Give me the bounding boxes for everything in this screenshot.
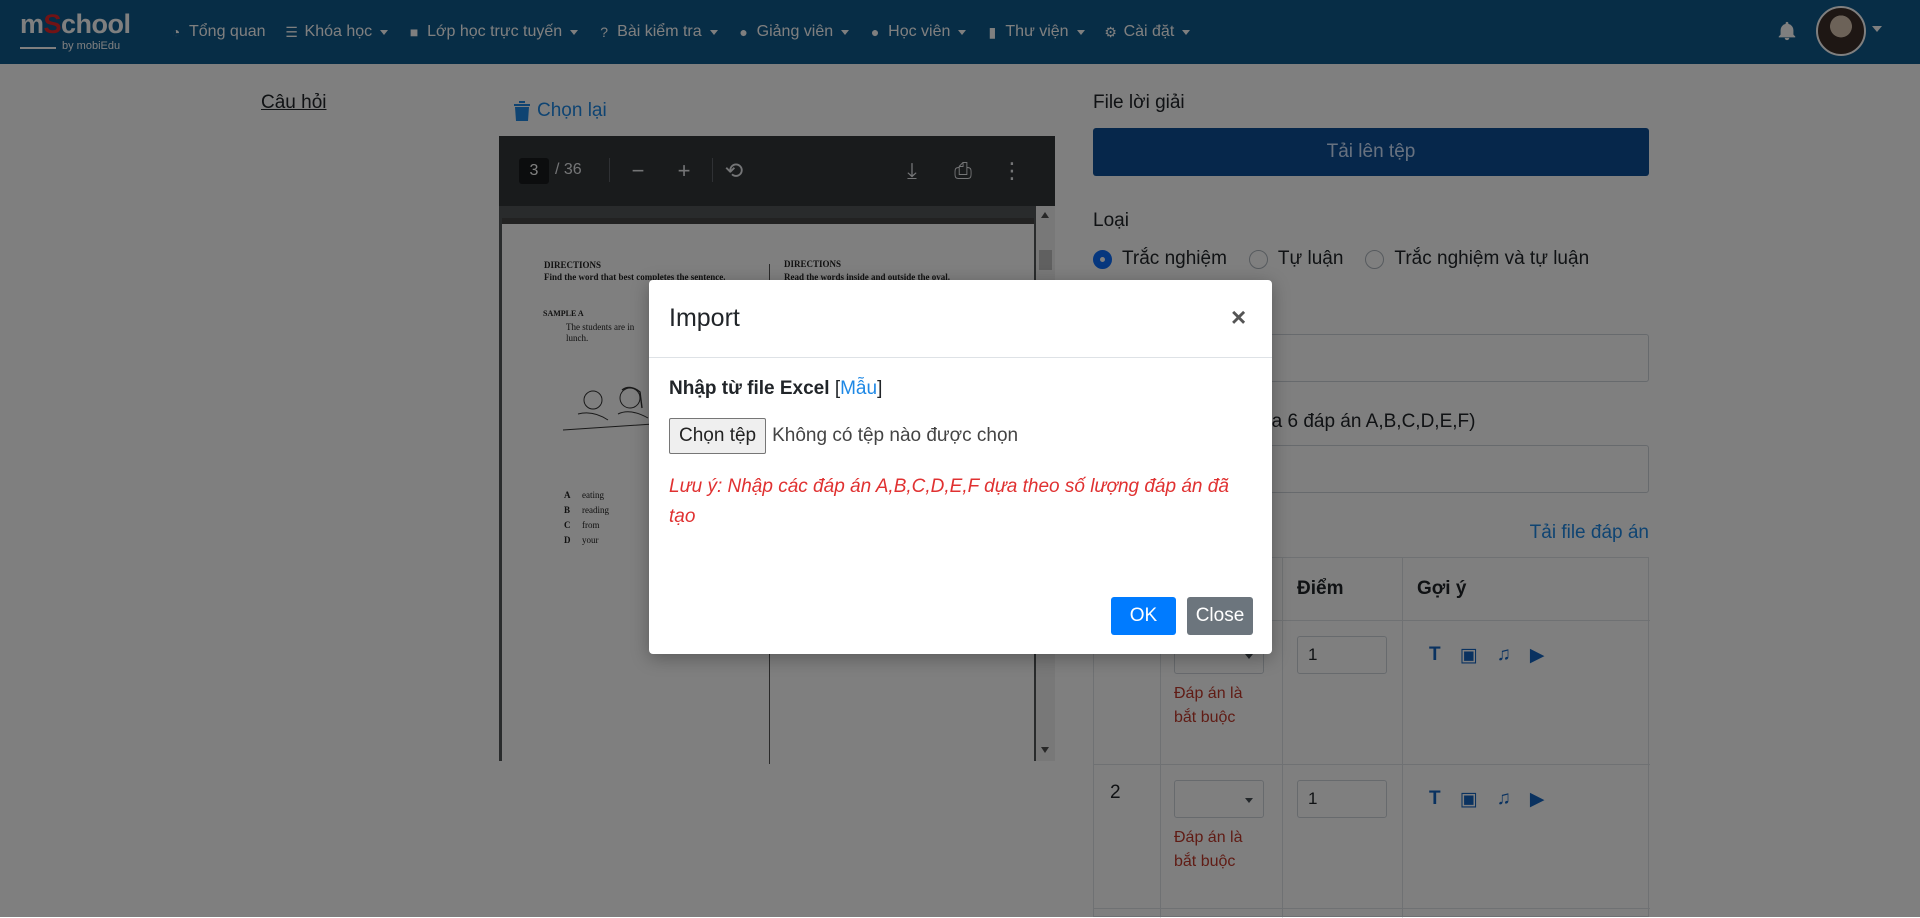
import-modal: Import × Nhập từ file Excel [Mẫu] Chọn t… [649, 280, 1272, 654]
modal-header: Import × [649, 280, 1272, 358]
ok-button[interactable]: OK [1111, 597, 1176, 635]
note-text: Lưu ý: Nhập các đáp án A,B,C,D,E,F dựa t… [669, 476, 1229, 527]
choose-file-button[interactable]: Chọn tệp [669, 418, 767, 454]
modal-body: Nhập từ file Excel [Mẫu] Chọn tệp Không … [669, 378, 1252, 527]
file-input: Chọn tệp Không có tệp nào được chọn [669, 418, 1018, 454]
close-button[interactable]: Close [1187, 597, 1253, 635]
mau-template-link[interactable]: Mẫu [840, 378, 877, 399]
no-file-text: Không có tệp nào được chọn [772, 425, 1019, 446]
close-icon[interactable]: × [1231, 302, 1246, 333]
import-label: Nhập từ file Excel [Mẫu] [669, 378, 883, 399]
modal-title: Import [669, 304, 740, 332]
